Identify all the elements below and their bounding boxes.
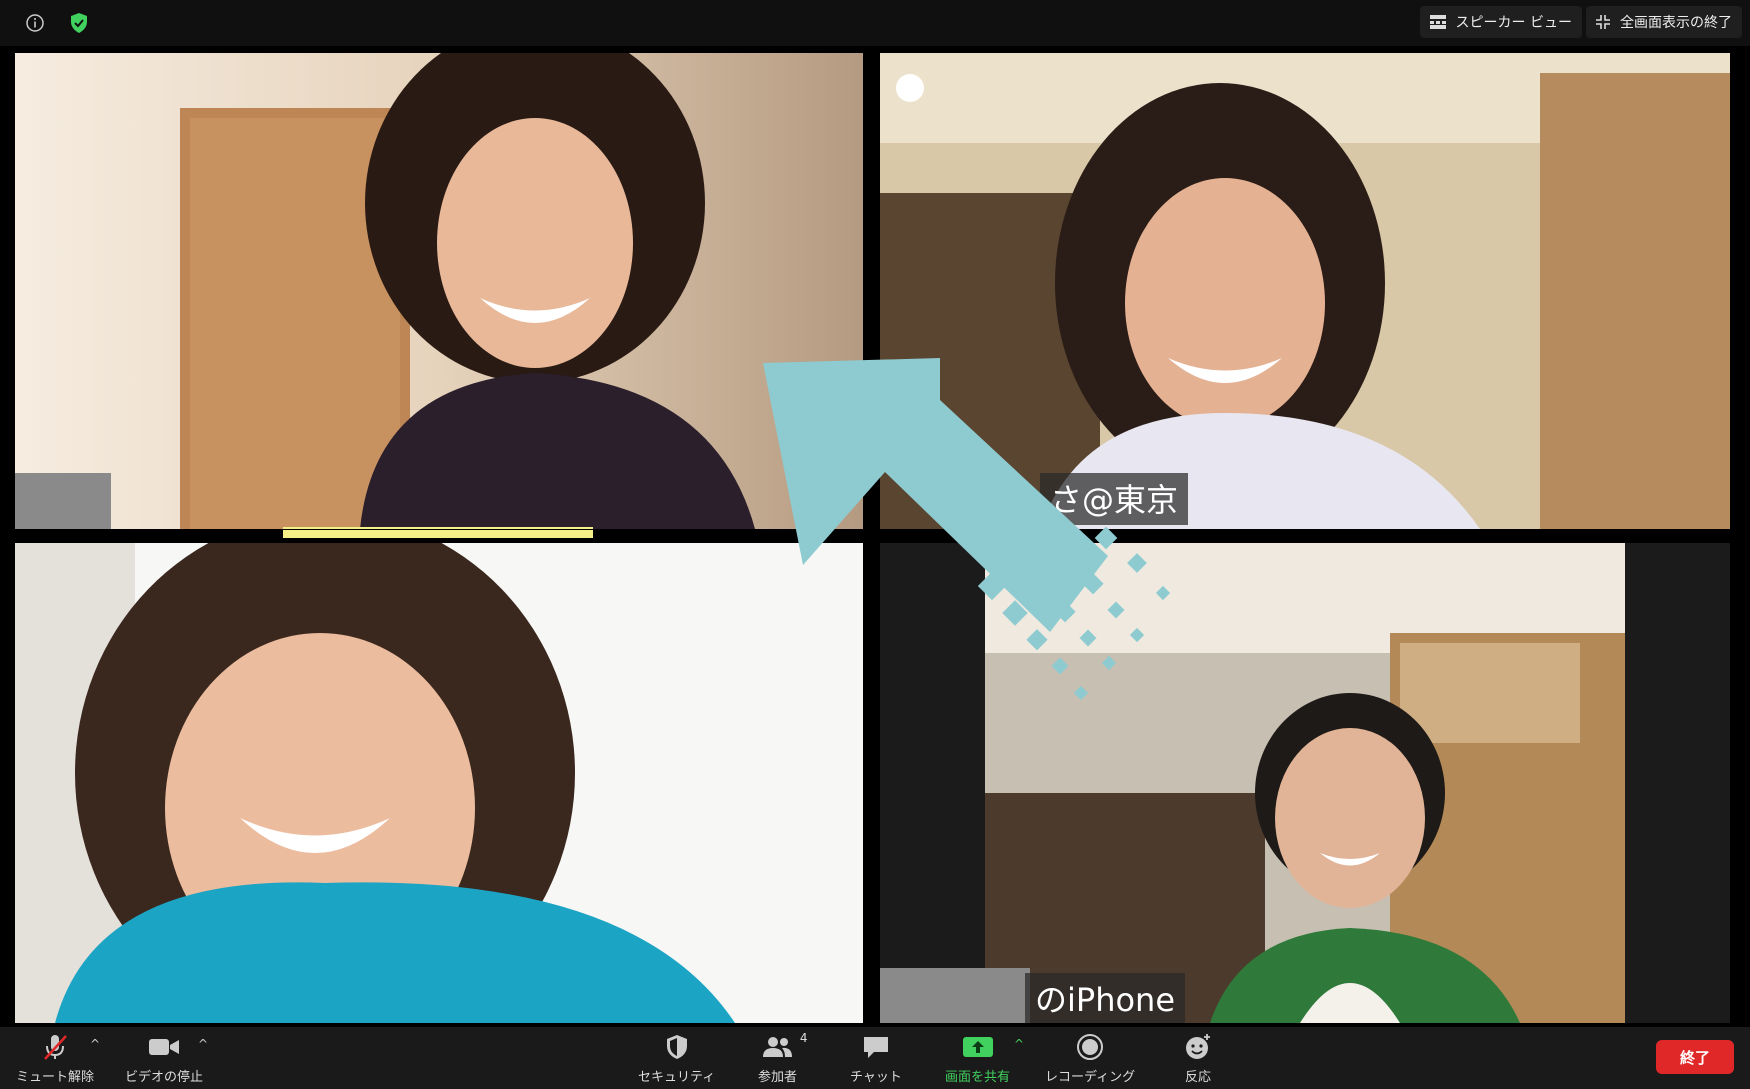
exit-fullscreen-label: 全画面表示の終了 [1620, 15, 1732, 31]
exit-fullscreen-button[interactable]: 全画面表示の終了 [1586, 6, 1742, 38]
share-screen-icon [962, 1031, 994, 1063]
share-screen-label: 画面を共有 [945, 1070, 1011, 1085]
video-tile-participant-1[interactable] [15, 53, 863, 529]
participant-name-tag: さ@東京 [1040, 473, 1189, 525]
reactions-button[interactable]: 反応 [1184, 1031, 1212, 1085]
active-speaker-bar [283, 530, 593, 538]
record-button[interactable]: レコーディング [1045, 1031, 1135, 1085]
info-icon[interactable] [22, 10, 48, 36]
audio-options-chevron-icon[interactable]: ^ [90, 1037, 100, 1051]
participant-video [15, 543, 863, 1023]
record-label: レコーディング [1045, 1070, 1136, 1085]
stop-video-label: ビデオの停止 [125, 1070, 204, 1085]
video-tile-participant-2[interactable]: さ@東京 [880, 53, 1730, 529]
security-button[interactable]: セキュリティ [638, 1031, 715, 1085]
active-speaker-indicator [283, 527, 593, 529]
chat-bubble-icon [862, 1031, 890, 1063]
video-tile-participant-3[interactable] [15, 543, 863, 1023]
meeting-top-bar: スピーカー ビュー 全画面表示の終了 [0, 0, 1750, 46]
end-meeting-button[interactable]: 終了 [1656, 1040, 1734, 1074]
tile-divider [15, 530, 283, 540]
participants-icon: 4 [762, 1031, 808, 1063]
reactions-label: 反応 [1184, 1070, 1211, 1085]
record-icon [1076, 1031, 1104, 1063]
participant-video [880, 543, 1730, 1023]
participants-label: 参加者 [758, 1070, 798, 1085]
video-camera-icon [148, 1031, 180, 1063]
grid-icon [1429, 15, 1446, 29]
video-options-chevron-icon[interactable]: ^ [198, 1037, 208, 1051]
participant-name-tag: のiPhone [1025, 973, 1186, 1023]
exit-fullscreen-icon [1596, 15, 1610, 29]
share-screen-button[interactable]: 画面を共有 [945, 1031, 1010, 1085]
participants-count: 4 [799, 1031, 808, 1045]
chat-label: チャット [850, 1070, 902, 1085]
participants-button[interactable]: 4 参加者 [758, 1031, 808, 1085]
meeting-toolbar: ミュート解除 ^ ビデオの停止 ^ セキュリティ 4 参加者 チャット 画面を共… [0, 1027, 1750, 1089]
unmute-label: ミュート解除 [16, 1070, 95, 1085]
shield-check-icon[interactable] [66, 10, 92, 36]
speaker-view-label: スピーカー ビュー [1455, 15, 1572, 31]
participant-video [15, 53, 863, 529]
chat-button[interactable]: チャット [850, 1031, 902, 1085]
security-label: セキュリティ [638, 1070, 716, 1085]
video-tile-participant-4[interactable]: のiPhone [880, 543, 1730, 1023]
participant-video [880, 53, 1730, 529]
unmute-button[interactable]: ミュート解除 [16, 1031, 94, 1085]
share-options-chevron-icon[interactable]: ^ [1014, 1037, 1024, 1051]
smiley-plus-icon [1184, 1031, 1212, 1063]
microphone-muted-icon [40, 1031, 70, 1063]
speaker-view-button[interactable]: スピーカー ビュー [1419, 6, 1582, 38]
stop-video-button[interactable]: ビデオの停止 [125, 1031, 203, 1085]
shield-icon [665, 1031, 689, 1063]
